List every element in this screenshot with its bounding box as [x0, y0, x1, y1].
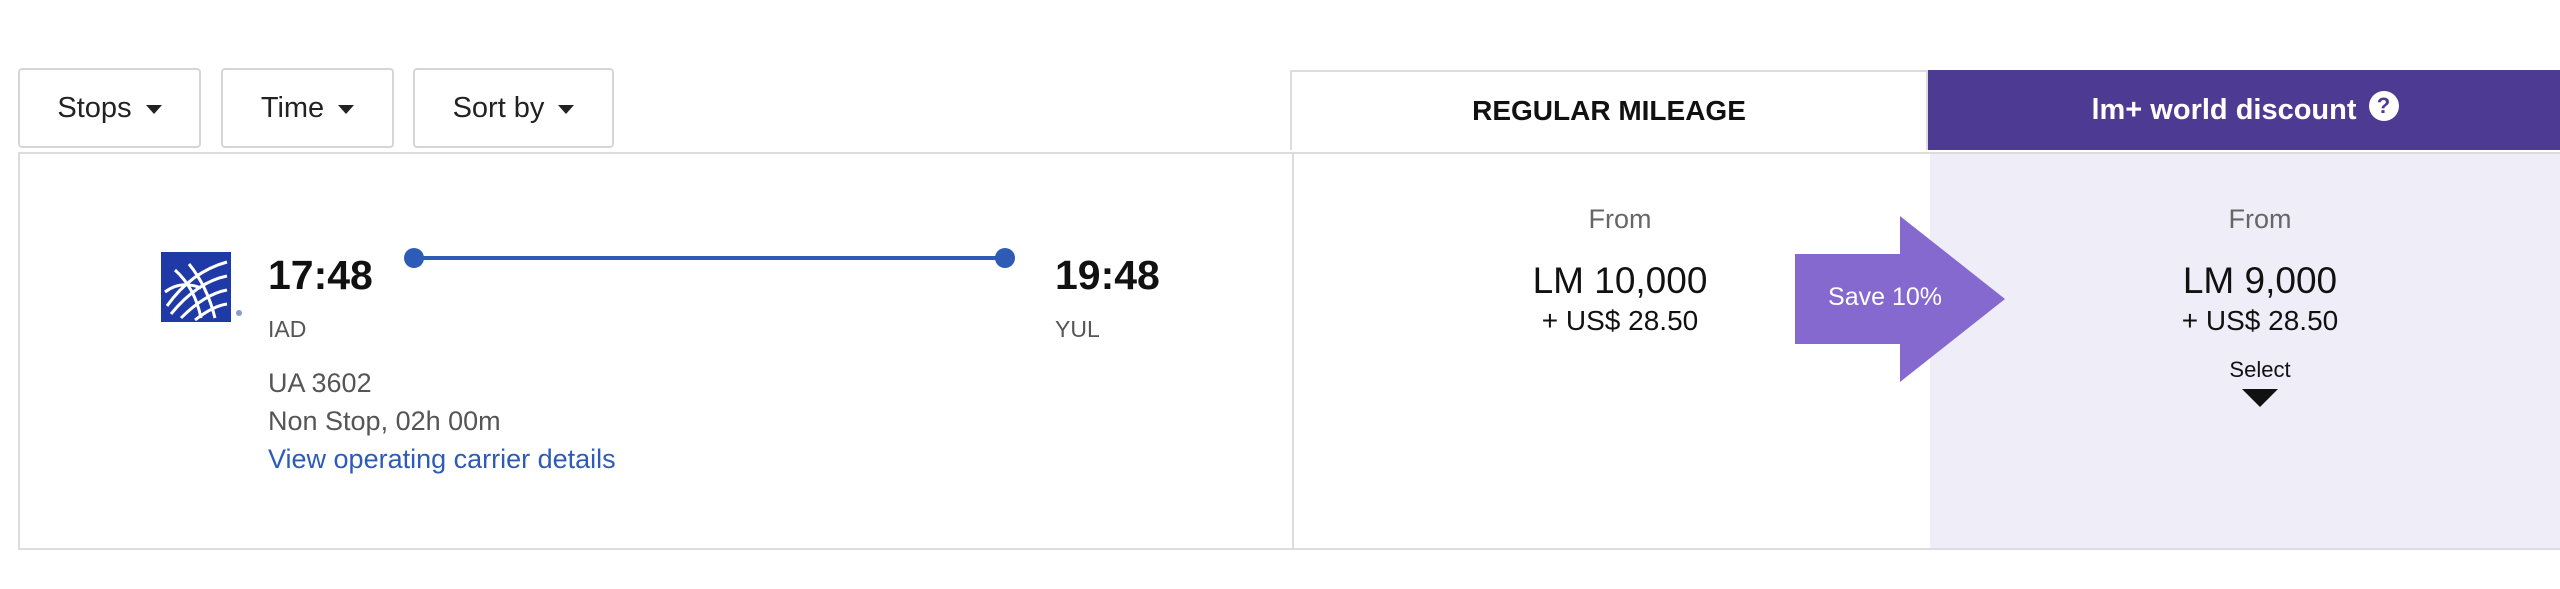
- chevron-down-icon: [558, 104, 575, 114]
- discount-label: lm+ world discount: [2091, 93, 2357, 126]
- discount-fare-price[interactable]: From LM 9,000 + US$ 28.50 Select: [2010, 204, 2510, 407]
- flight-duration: Non Stop, 02h 00m: [268, 406, 501, 436]
- logo-registered-mark: [236, 310, 242, 316]
- stops-filter-label: Stops: [57, 91, 132, 124]
- arrival-time: 19:48: [1055, 252, 1160, 298]
- chevron-down-icon: [338, 104, 355, 114]
- regular-mileage-label: REGULAR MILEAGE: [1472, 95, 1746, 126]
- chevron-down-icon[interactable]: [2242, 389, 2278, 407]
- flight-card: 17:48 IAD 19:48 YUL UA 3602 Non Stop, 02…: [18, 152, 2560, 550]
- time-filter-button[interactable]: Time: [221, 68, 394, 148]
- sort-by-label: Sort by: [452, 91, 545, 124]
- discount-fee: + US$ 28.50: [2181, 305, 2339, 336]
- departure-dot: [404, 248, 424, 268]
- save-percent-label: Save 10%: [1828, 283, 1942, 311]
- time-filter-label: Time: [260, 91, 325, 124]
- operating-carrier-link[interactable]: View operating carrier details: [268, 444, 616, 475]
- select-button[interactable]: Select: [2010, 357, 2510, 383]
- departure-time: 17:48: [268, 252, 373, 298]
- discount-miles: LM 9,000: [2182, 260, 2338, 301]
- flight-number: UA 3602: [268, 368, 372, 398]
- discount-header: lm+ world discount ?: [1928, 70, 2560, 150]
- united-airlines-globe-icon: [161, 252, 231, 322]
- departure-airport: IAD: [268, 316, 307, 342]
- stops-filter-button[interactable]: Stops: [18, 68, 201, 148]
- chevron-down-icon: [145, 104, 162, 114]
- arrival-dot: [995, 248, 1015, 268]
- column-divider: [1292, 154, 1294, 548]
- route-line: [413, 256, 1005, 260]
- discount-from-label: From: [2228, 204, 2292, 234]
- help-icon[interactable]: ?: [2368, 91, 2399, 121]
- sort-by-button[interactable]: Sort by: [413, 68, 614, 148]
- arrival-airport: YUL: [1055, 316, 1100, 342]
- regular-mileage-header: REGULAR MILEAGE: [1290, 70, 1928, 150]
